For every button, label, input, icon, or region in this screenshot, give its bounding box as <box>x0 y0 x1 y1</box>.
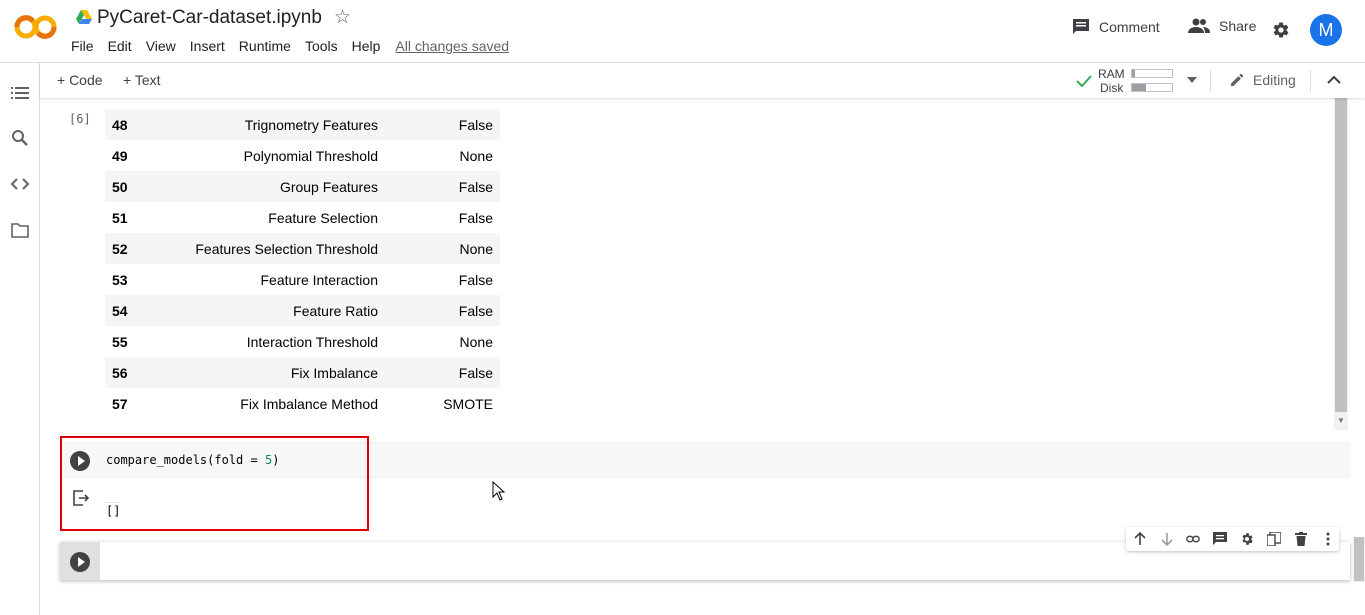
menu-insert[interactable]: Insert <box>183 38 232 54</box>
left-sidebar <box>0 63 40 615</box>
connected-check-icon <box>1076 75 1092 87</box>
notebook-toolbar: + Code + Text RAM Disk Editing <box>40 63 1365 98</box>
table-row: 49 Polynomial Threshold None <box>112 148 493 164</box>
editing-label: Editing <box>1253 72 1296 88</box>
settings-gear-icon[interactable] <box>1272 21 1290 39</box>
save-status[interactable]: All changes saved <box>395 38 509 54</box>
header-bar: PyCaret-Car-dataset.ipynb ☆ File Edit Vi… <box>0 0 1365 63</box>
page-scrollbar-thumb[interactable] <box>1354 537 1364 581</box>
cell-actions-toolbar <box>1126 527 1339 551</box>
people-icon <box>1188 18 1210 33</box>
google-drive-icon[interactable] <box>76 10 92 24</box>
menu-runtime[interactable]: Runtime <box>232 38 298 54</box>
move-down-arrow-icon[interactable] <box>1160 532 1174 546</box>
disk-label: Disk <box>1100 81 1124 95</box>
delete-trash-icon[interactable] <box>1294 532 1308 546</box>
cell-settings-gear-icon[interactable] <box>1240 532 1254 546</box>
execution-count: [6] <box>69 112 91 126</box>
toolbar-divider-2 <box>1310 70 1311 92</box>
table-row: 50 Group Features False <box>105 171 500 202</box>
star-icon[interactable]: ☆ <box>334 6 351 29</box>
mouse-cursor-icon <box>492 481 506 501</box>
table-row: 52 Features Selection Threshold None <box>105 233 500 264</box>
add-text-button[interactable]: + Text <box>123 72 161 88</box>
run-empty-cell-button[interactable] <box>70 552 90 572</box>
scroll-down-arrow-icon[interactable]: ▼ <box>1337 416 1345 425</box>
folder-icon[interactable] <box>11 221 29 239</box>
collapse-chevron-icon[interactable] <box>1327 75 1341 84</box>
menu-bar: File Edit View Insert Runtime Tools Help… <box>71 38 509 54</box>
menu-help[interactable]: Help <box>345 38 388 54</box>
more-options-icon[interactable] <box>1321 532 1335 546</box>
account-avatar[interactable]: M <box>1310 14 1342 46</box>
mirror-cell-icon[interactable] <box>1267 532 1281 546</box>
colab-logo[interactable] <box>14 12 58 42</box>
pencil-icon <box>1231 73 1244 86</box>
editing-mode-button[interactable]: Editing <box>1229 72 1296 88</box>
share-button[interactable]: Share <box>1188 18 1256 34</box>
table-of-contents-icon[interactable] <box>11 84 29 102</box>
resources-indicator[interactable]: RAM Disk <box>1076 67 1197 95</box>
setup-output-table: 48 Trignometry Features False 49 Polynomial… <box>105 109 500 419</box>
comment-icon[interactable] <box>1213 532 1227 546</box>
menu-tools[interactable]: Tools <box>298 38 345 54</box>
table-row: 54 Feature Ratio False <box>105 295 500 326</box>
table-row: 51 Feature Selection False <box>112 210 493 226</box>
share-label: Share <box>1219 18 1257 34</box>
code-snippets-icon[interactable] <box>11 175 29 193</box>
output-scrollbar-thumb[interactable] <box>1335 98 1347 412</box>
toolbar-divider <box>1210 70 1211 92</box>
menu-edit[interactable]: Edit <box>101 38 139 54</box>
ram-usage-bar <box>1131 69 1173 78</box>
table-row: 53 Feature Interaction False <box>112 272 493 288</box>
dropdown-arrow-icon[interactable] <box>1187 77 1197 83</box>
table-row: 48 Trignometry Features False <box>105 109 500 140</box>
highlight-box <box>60 436 369 531</box>
menu-file[interactable]: File <box>71 38 101 54</box>
comment-label: Comment <box>1099 19 1160 35</box>
ram-label: RAM <box>1098 67 1125 81</box>
add-code-button[interactable]: + Code <box>57 72 103 88</box>
menu-view[interactable]: View <box>139 38 183 54</box>
table-row: 55 Interaction Threshold None <box>112 334 493 350</box>
table-row: 57 Fix Imbalance Method SMOTE <box>112 396 493 412</box>
link-icon[interactable] <box>1186 532 1200 546</box>
comment-icon <box>1073 19 1089 34</box>
comment-button[interactable]: Comment <box>1072 18 1160 36</box>
move-up-arrow-icon[interactable] <box>1133 532 1147 546</box>
notebook-title[interactable]: PyCaret-Car-dataset.ipynb <box>97 7 322 29</box>
table-row: 56 Fix Imbalance False <box>105 357 500 388</box>
disk-usage-bar <box>1131 83 1173 92</box>
search-icon[interactable] <box>11 129 29 147</box>
